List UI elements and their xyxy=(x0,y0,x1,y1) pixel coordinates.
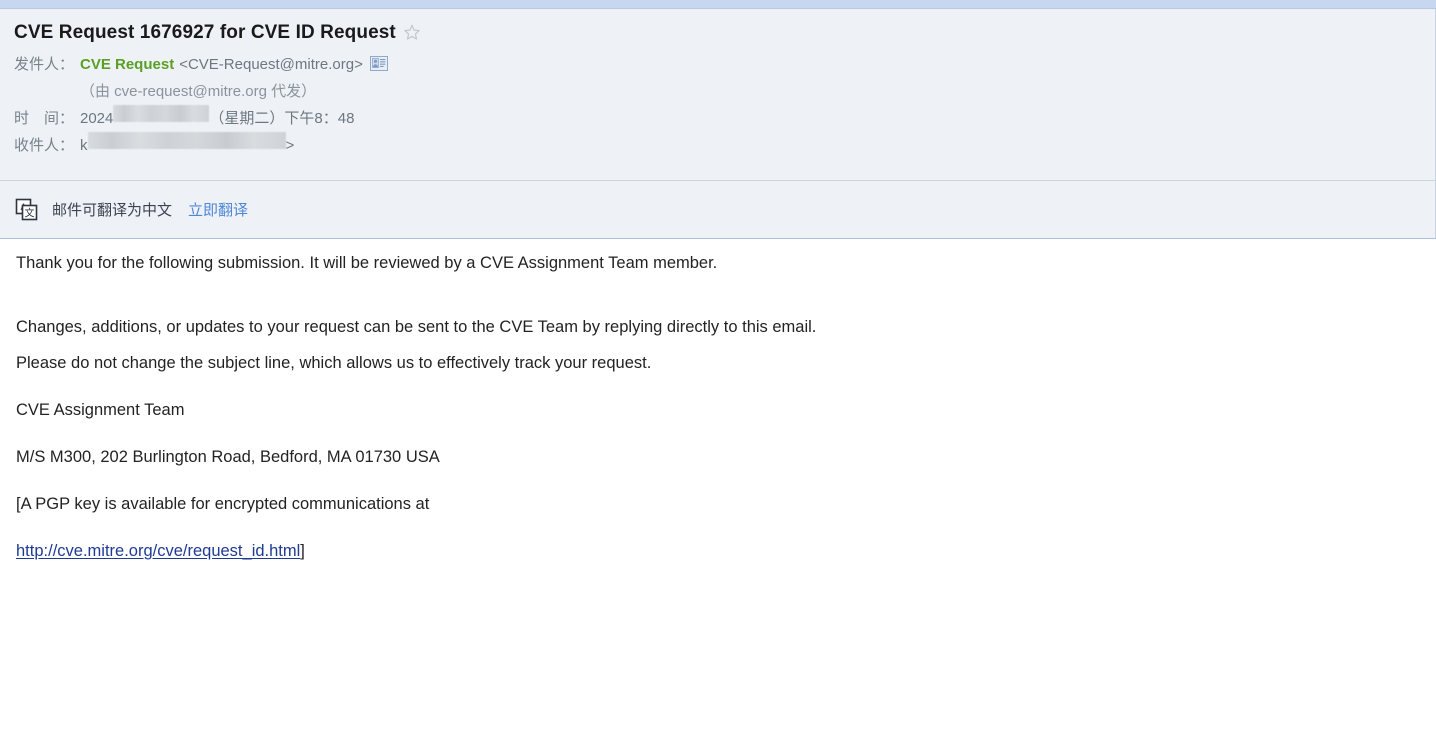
signature-line: CVE Assignment Team xyxy=(16,401,185,419)
body-spacer-4 xyxy=(16,421,1420,447)
from-label: 发件人： xyxy=(14,56,75,73)
sender-address: <CVE-Request@mitre.org> xyxy=(179,56,363,73)
subject-row: CVE Request 1676927 for CVE ID Request xyxy=(0,20,1435,46)
pgp-key-line: [A PGP key is available for encrypted co… xyxy=(16,495,430,513)
redacted-recipient xyxy=(87,132,286,149)
window-top-strip xyxy=(0,0,1436,9)
translation-bar: A 文 邮件可翻译为中文 立即翻译 xyxy=(0,181,1436,239)
body-spacer-3 xyxy=(16,374,1420,400)
body-spacer-6 xyxy=(16,515,1420,541)
body-spacer-1 xyxy=(16,274,1420,317)
message-body: Thank you for the following submission. … xyxy=(0,239,1436,562)
date-time: 下午8：48 xyxy=(284,110,355,127)
message-header: CVE Request 1676927 for CVE ID Request 发… xyxy=(0,9,1436,181)
translate-now-link[interactable]: 立即翻译 xyxy=(188,199,248,220)
star-outline-icon[interactable] xyxy=(402,23,422,43)
body-spacer-2 xyxy=(16,338,1420,353)
body-paragraph-2-line-1: Changes, additions, or updates to your r… xyxy=(16,318,817,336)
from-value: CVE Request <CVE-Request@mitre.org> xyxy=(80,51,388,78)
body-spacer-5 xyxy=(16,468,1420,494)
body-paragraph-2-line-2: Please do not change the subject line, w… xyxy=(16,354,652,372)
recipient-prefix: k xyxy=(80,137,88,154)
to-value: k > xyxy=(80,132,294,159)
date-label: 时 间： xyxy=(14,110,75,127)
date-weekday: （星期二） xyxy=(209,110,285,127)
pgp-link-line: http://cve.mitre.org/cve/request_id.html… xyxy=(16,541,1420,562)
contact-card-icon[interactable] xyxy=(369,53,388,80)
link-closing-bracket: ] xyxy=(300,542,305,560)
on-behalf-of-row: （由 cve-request@mitre.org 代发） xyxy=(80,83,317,100)
to-row: 收件人： k > xyxy=(0,132,1435,159)
to-label: 收件人： xyxy=(14,137,75,154)
page-title: CVE Request 1676927 for CVE ID Request xyxy=(14,22,396,43)
recipient-suffix: > xyxy=(285,137,295,154)
redacted-date xyxy=(113,105,210,122)
sender-name[interactable]: CVE Request xyxy=(80,51,174,78)
date-value: 2024 （星期二） 下午8：48 xyxy=(80,105,354,132)
cve-request-id-link[interactable]: http://cve.mitre.org/cve/request_id.html xyxy=(16,542,300,560)
translation-message: 邮件可翻译为中文 xyxy=(52,202,173,219)
date-row: 时 间： 2024 （星期二） 下午8：48 xyxy=(0,105,1435,132)
address-line: M/S M300, 202 Burlington Road, Bedford, … xyxy=(16,448,440,466)
translate-icon: A 文 xyxy=(14,197,40,223)
body-paragraph-1: Thank you for the following submission. … xyxy=(16,254,718,272)
date-prefix: 2024 xyxy=(80,110,114,127)
svg-text:文: 文 xyxy=(25,206,35,219)
from-row: 发件人： CVE Request <CVE-Request@mitre.org> xyxy=(0,51,1435,78)
